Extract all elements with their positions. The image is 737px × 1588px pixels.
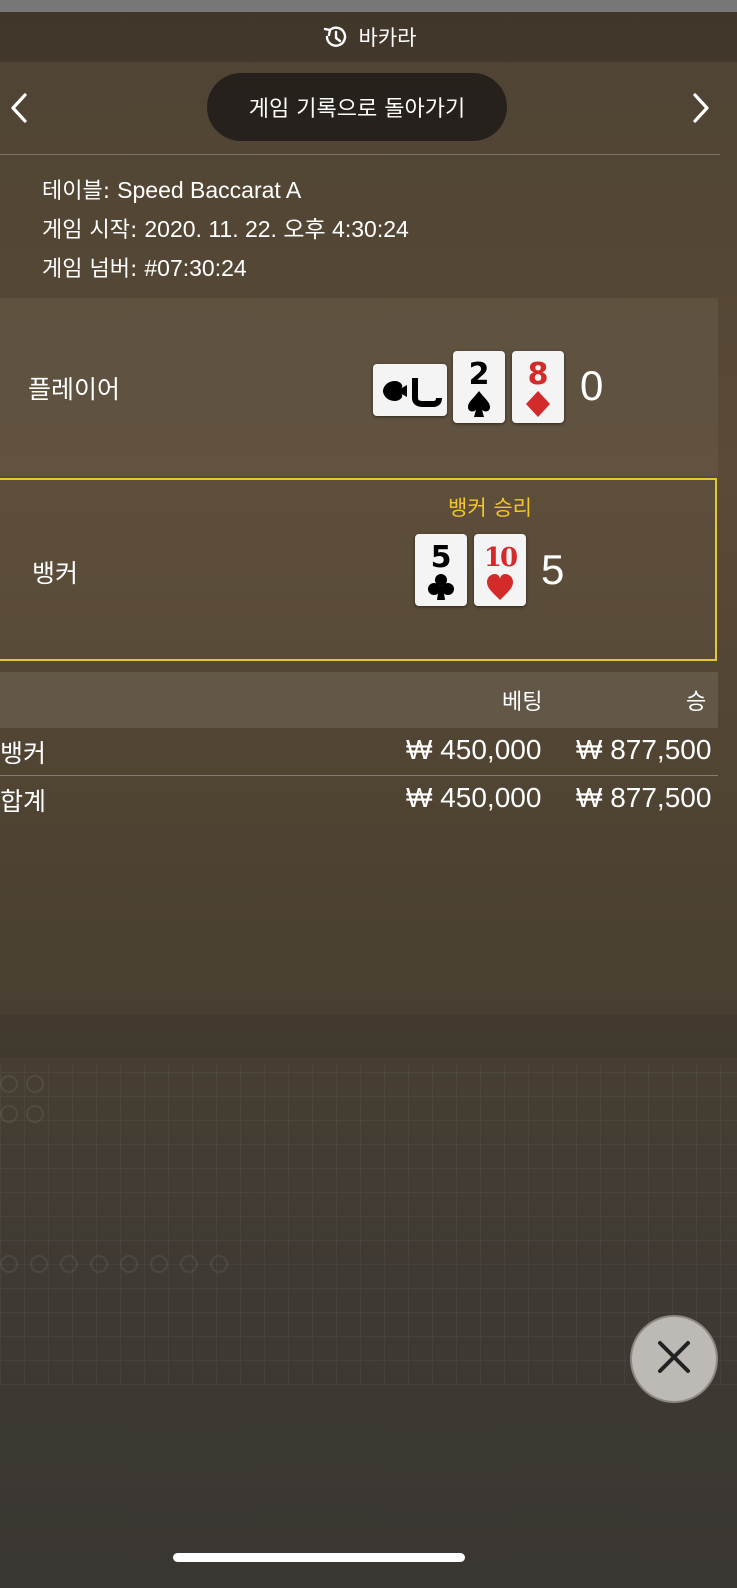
start-time-info: 게임 시작: 2020. 11. 22. 오후 4:30:24 bbox=[42, 216, 409, 243]
banker-row: 뱅커 승리 뱅커 5 10 5 bbox=[0, 478, 717, 661]
banker-score: 5 bbox=[541, 546, 565, 593]
total-label: 합계 bbox=[0, 787, 47, 816]
player-card-2: 2 bbox=[453, 351, 505, 423]
player-row: 플레이어 2 8 0 bbox=[0, 298, 718, 476]
game-number-info: 게임 넘버: #07:30:24 bbox=[42, 255, 247, 282]
table-row: 합계 ₩ 450,000 ₩ 877,500 bbox=[0, 776, 718, 824]
start-time: 2020. 11. 22. 오후 4:30:24 bbox=[144, 216, 409, 242]
game-info: 테이블: Speed Baccarat A 게임 시작: 2020. 11. 2… bbox=[42, 172, 409, 289]
background-marker bbox=[120, 1255, 138, 1273]
background-toolbar bbox=[0, 1015, 737, 1057]
background-scoreboard bbox=[0, 1065, 737, 1385]
background-marker bbox=[210, 1255, 228, 1273]
svg-text:8: 8 bbox=[528, 357, 549, 392]
game-nav: 게임 기록으로 돌아가기 bbox=[0, 70, 737, 146]
bet-name: 뱅커 bbox=[0, 739, 47, 768]
background-marker bbox=[150, 1255, 168, 1273]
bet-column-header: 베팅 bbox=[502, 690, 543, 715]
chevron-left-icon[interactable] bbox=[4, 88, 34, 128]
home-indicator[interactable] bbox=[173, 1553, 465, 1562]
player-card-3: 8 bbox=[512, 351, 564, 423]
close-icon bbox=[656, 1339, 692, 1379]
background-marker bbox=[0, 1075, 18, 1093]
header: 바카라 bbox=[0, 12, 737, 62]
banker-card-2: 10 bbox=[474, 534, 526, 606]
game-number: #07:30:24 bbox=[144, 255, 247, 281]
win-amount: ₩ 877,500 bbox=[576, 734, 712, 765]
back-to-history-button[interactable]: 게임 기록으로 돌아가기 bbox=[207, 73, 507, 141]
player-card-1 bbox=[373, 364, 447, 416]
background-marker bbox=[26, 1105, 44, 1123]
status-strip bbox=[0, 0, 737, 12]
background-marker bbox=[0, 1255, 18, 1273]
table-name: Speed Baccarat A bbox=[117, 177, 302, 203]
player-score: 0 bbox=[580, 362, 604, 409]
banker-win-label: 뱅커 승리 bbox=[448, 496, 532, 520]
banker-label: 뱅커 bbox=[32, 559, 79, 588]
win-column-header: 승 bbox=[686, 690, 707, 715]
total-win-amount: ₩ 877,500 bbox=[576, 782, 712, 813]
table-info: 테이블: Speed Baccarat A bbox=[42, 177, 302, 204]
banker-card-1: 5 bbox=[415, 534, 467, 606]
history-icon bbox=[321, 23, 349, 51]
page-title: 바카라 bbox=[358, 26, 417, 50]
player-label: 플레이어 bbox=[28, 375, 121, 404]
background-marker bbox=[90, 1255, 108, 1273]
svg-text:5: 5 bbox=[431, 540, 452, 575]
background-marker bbox=[30, 1255, 48, 1273]
background-marker bbox=[180, 1255, 198, 1273]
bet-table-header: 베팅 승 bbox=[0, 672, 718, 728]
background-marker bbox=[26, 1075, 44, 1093]
svg-text:2: 2 bbox=[469, 357, 490, 392]
bet-amount: ₩ 450,000 bbox=[406, 734, 542, 765]
total-bet-amount: ₩ 450,000 bbox=[406, 782, 542, 813]
background-marker bbox=[60, 1255, 78, 1273]
table-row: 뱅커 ₩ 450,000 ₩ 877,500 bbox=[0, 728, 718, 776]
chevron-right-icon[interactable] bbox=[686, 88, 716, 128]
background-marker bbox=[0, 1105, 18, 1123]
svg-text:10: 10 bbox=[484, 543, 517, 573]
close-button[interactable] bbox=[630, 1315, 718, 1403]
divider bbox=[0, 154, 720, 155]
